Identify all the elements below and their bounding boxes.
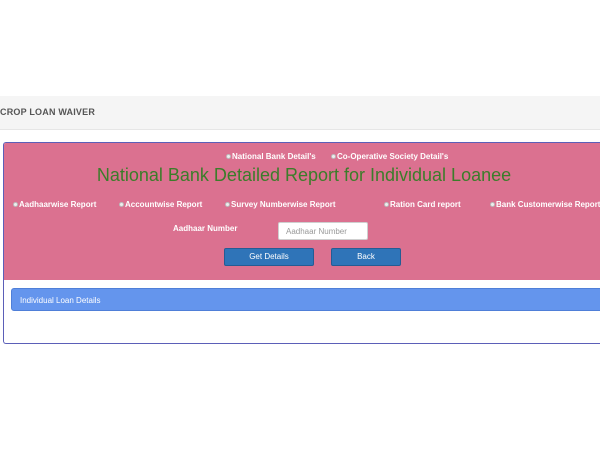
radio-cooperative-society[interactable]: Co-Operative Society Detail's bbox=[331, 152, 448, 161]
aadhaar-number-input[interactable] bbox=[278, 222, 368, 240]
back-button[interactable]: Back bbox=[331, 248, 401, 266]
radio-label: Accountwise Report bbox=[125, 200, 203, 209]
radio-label: Aadhaarwise Report bbox=[19, 200, 97, 209]
radio-label: National Bank Detail's bbox=[232, 152, 316, 161]
radio-icon bbox=[331, 154, 336, 159]
radio-icon bbox=[13, 202, 18, 207]
radio-ration-card-report[interactable]: Ration Card report bbox=[384, 200, 461, 209]
radio-label: Survey Numberwise Report bbox=[231, 200, 336, 209]
page-title: CROP LOAN WAIVER bbox=[0, 107, 96, 117]
section-title: Individual Loan Details bbox=[20, 296, 101, 305]
radio-icon bbox=[384, 202, 389, 207]
radio-icon bbox=[226, 154, 231, 159]
page-header: CROP LOAN WAIVER bbox=[0, 96, 600, 130]
report-form-area: National Bank Detail's Co-Operative Soci… bbox=[4, 143, 600, 280]
individual-loan-details-header[interactable]: Individual Loan Details bbox=[11, 288, 600, 311]
radio-icon bbox=[225, 202, 230, 207]
radio-bank-customerwise-report[interactable]: Bank Customerwise Report bbox=[490, 200, 600, 209]
radio-survey-numberwise-report[interactable]: Survey Numberwise Report bbox=[225, 200, 335, 209]
aadhaar-number-label: Aadhaar Number bbox=[173, 224, 238, 233]
get-details-button[interactable]: Get Details bbox=[224, 248, 314, 266]
radio-label: Bank Customerwise Report bbox=[496, 200, 600, 209]
radio-accountwise-report[interactable]: Accountwise Report bbox=[119, 200, 202, 209]
radio-icon bbox=[490, 202, 495, 207]
bottom-blank-area bbox=[0, 360, 600, 450]
radio-national-bank[interactable]: National Bank Detail's bbox=[226, 152, 316, 161]
radio-label: Ration Card report bbox=[390, 200, 461, 209]
top-blank-area bbox=[0, 0, 600, 96]
radio-label: Co-Operative Society Detail's bbox=[337, 152, 449, 161]
radio-icon bbox=[119, 202, 124, 207]
report-heading: National Bank Detailed Report for Indivi… bbox=[96, 165, 512, 185]
radio-aadhaarwise-report[interactable]: Aadhaarwise Report bbox=[13, 200, 96, 209]
report-panel: National Bank Detail's Co-Operative Soci… bbox=[3, 142, 600, 344]
